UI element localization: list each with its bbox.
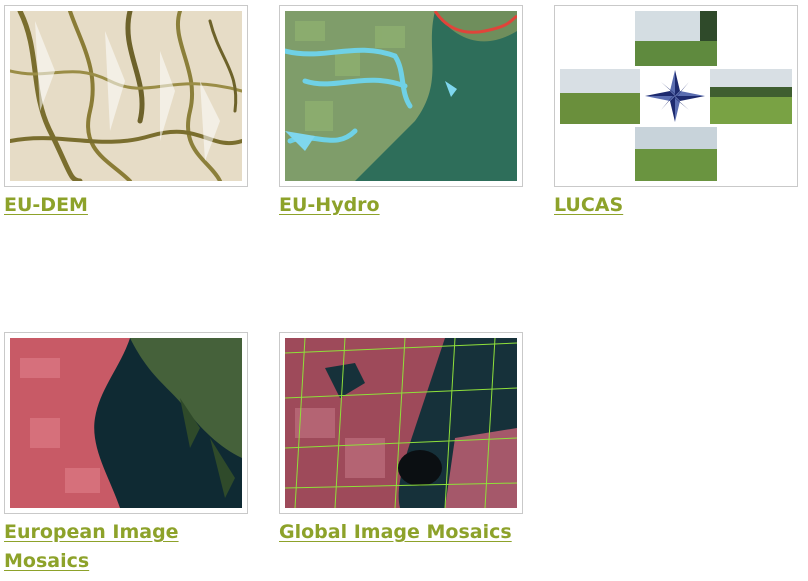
lucas-thumbnail[interactable] [554,5,798,187]
terrain-image [10,11,242,181]
global-image-mosaics-thumbnail[interactable] [279,332,523,514]
product-tile-global-image-mosaics: Global Image Mosaics [279,332,523,547]
eu-hydro-link[interactable]: EU-Hydro [279,191,523,220]
product-tile-lucas: LUCAS [554,5,798,220]
eu-dem-link[interactable]: EU-DEM [4,191,248,220]
global-mosaic-image [285,338,517,508]
eu-hydro-thumbnail[interactable] [279,5,523,187]
product-tile-eu-dem: EU-DEM [4,5,248,220]
lucas-photos-image [560,11,792,181]
european-image-mosaics-link[interactable]: European Image Mosaics [4,518,248,576]
global-image-mosaics-link[interactable]: Global Image Mosaics [279,518,523,547]
european-mosaic-image [10,338,242,508]
european-image-mosaics-thumbnail[interactable] [4,332,248,514]
lucas-link[interactable]: LUCAS [554,191,798,220]
eu-dem-thumbnail[interactable] [4,5,248,187]
product-tile-eu-hydro: EU-Hydro [279,5,523,220]
hydro-image [285,11,517,181]
product-tile-european-image-mosaics: European Image Mosaics [4,332,248,576]
